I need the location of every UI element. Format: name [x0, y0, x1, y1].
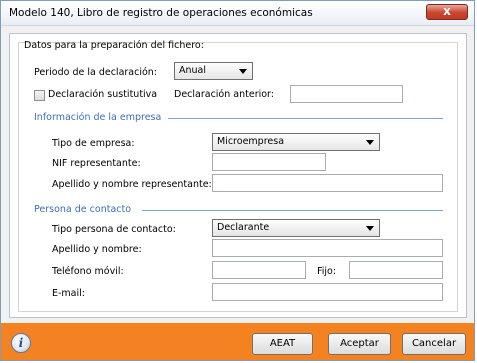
aeat-button[interactable]: AEAT	[252, 333, 313, 355]
periodo-label: Periodo de la declaración:	[34, 67, 158, 78]
contacto-nombre-input[interactable]	[212, 239, 443, 257]
fijo-input[interactable]	[349, 261, 443, 279]
representante-label: Apellido y nombre representante:	[52, 179, 212, 190]
movil-input[interactable]	[212, 261, 306, 279]
tipo-empresa-value: Microempresa	[217, 136, 285, 147]
empresa-divider	[168, 118, 443, 119]
title-bar[interactable]: Modelo 140, Libro de registro de operaci…	[1, 1, 474, 26]
fijo-label: Fijo:	[317, 266, 337, 277]
info-icon[interactable]: i	[11, 333, 31, 353]
window-title: Modelo 140, Libro de registro de operaci…	[9, 7, 313, 19]
anterior-input[interactable]	[290, 85, 403, 103]
cancelar-button[interactable]: Cancelar	[402, 333, 466, 355]
email-input[interactable]	[212, 283, 443, 301]
close-button[interactable]: x	[426, 4, 468, 20]
representante-input[interactable]	[212, 174, 443, 192]
tipo-empresa-select[interactable]: Microempresa	[212, 133, 380, 151]
periodo-select[interactable]: Anual	[174, 62, 253, 80]
button-bar: i AEAT Aceptar Cancelar	[1, 323, 474, 360]
anterior-label: Declaración anterior:	[174, 89, 274, 100]
nif-input[interactable]	[212, 153, 326, 171]
chevron-down-icon	[366, 140, 374, 145]
tipo-contacto-value: Declarante	[217, 222, 270, 233]
contacto-heading: Persona de contacto	[34, 204, 132, 215]
dialog-body: Datos para la preparación del fichero: P…	[9, 33, 467, 318]
sustitutiva-label: Declaración sustitutiva	[48, 89, 158, 100]
dialog-window: Modelo 140, Libro de registro de operaci…	[0, 0, 475, 361]
sustitutiva-checkbox[interactable]	[34, 90, 45, 101]
chevron-down-icon	[239, 69, 247, 74]
contacto-divider	[142, 210, 443, 211]
tipo-contacto-select[interactable]: Declarante	[212, 219, 380, 237]
close-icon: x	[443, 4, 451, 18]
chevron-down-icon	[366, 226, 374, 231]
group-legend: Datos para la preparación del fichero:	[24, 40, 204, 51]
tipo-contacto-label: Tipo persona de contacto:	[52, 224, 176, 235]
empresa-heading: Información de la empresa	[34, 112, 162, 123]
email-label: E-mail:	[52, 288, 85, 299]
tipo-empresa-label: Tipo de empresa:	[52, 138, 135, 149]
aceptar-button[interactable]: Aceptar	[328, 333, 391, 355]
contacto-nombre-label: Apellido y nombre:	[52, 244, 142, 255]
movil-label: Teléfono móvil:	[52, 266, 124, 277]
periodo-value: Anual	[179, 65, 207, 76]
nif-label: NIF representante:	[52, 158, 141, 169]
